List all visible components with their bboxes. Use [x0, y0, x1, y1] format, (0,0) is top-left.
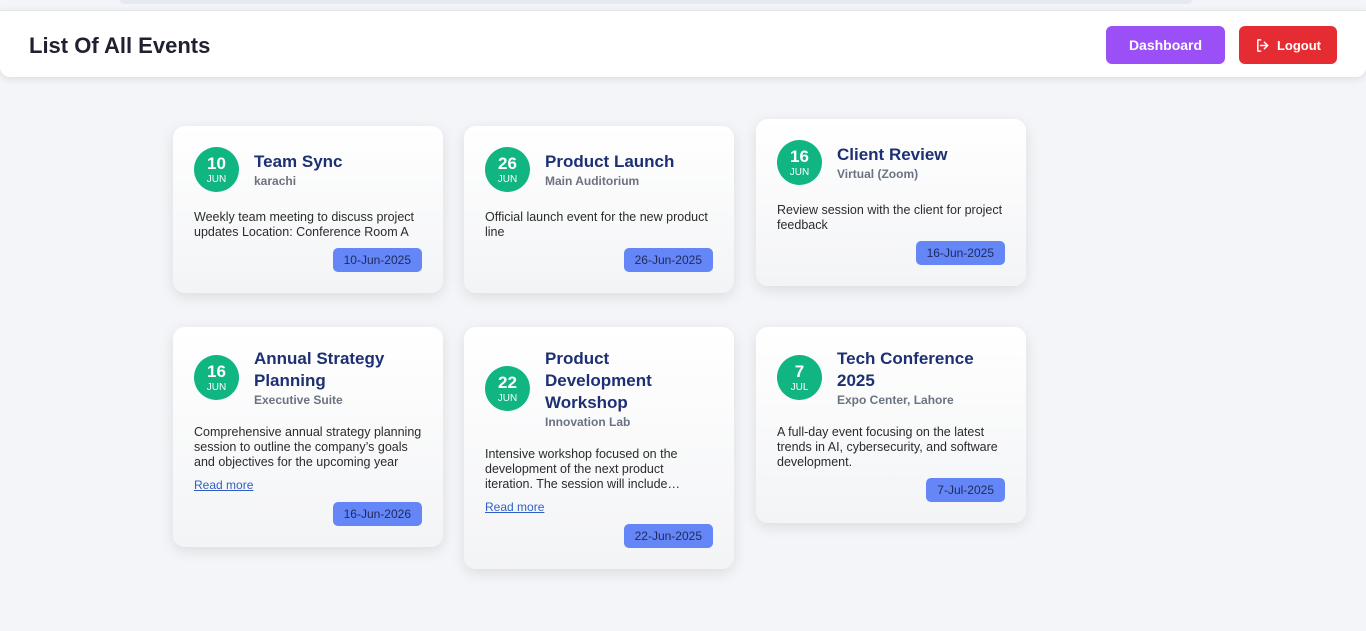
event-date-pill: 7-Jul-2025	[926, 478, 1005, 502]
event-location: Virtual (Zoom)	[837, 167, 919, 181]
event-card-header: 16 JUN Client Review Virtual (Zoom)	[777, 140, 1005, 185]
event-date-badge: 26 JUN	[485, 147, 530, 192]
page-header: List Of All Events Dashboard Logout	[0, 10, 1366, 77]
event-title: Tech Conference 2025	[837, 349, 974, 390]
event-title: Annual Strategy Planning	[254, 349, 385, 390]
event-location: karachi	[254, 174, 297, 188]
event-location: Expo Center, Lahore	[837, 393, 954, 407]
event-card-header: 26 JUN Product Launch Main Auditorium	[485, 147, 713, 192]
read-more-link[interactable]: Read more	[194, 478, 253, 492]
event-date-badge: 16 JUN	[194, 355, 239, 400]
event-date-badge: 22 JUN	[485, 366, 530, 411]
event-month: JUN	[497, 173, 518, 185]
event-date-badge: 16 JUN	[777, 140, 822, 185]
event-month: JUN	[789, 166, 810, 178]
event-day: 26	[498, 153, 517, 173]
event-day: 7	[794, 361, 805, 381]
event-day: 10	[207, 153, 226, 173]
event-location: Innovation Lab	[545, 415, 631, 429]
event-card[interactable]: 16 JUN Annual Strategy Planning Executiv…	[173, 327, 443, 547]
event-card-header: 22 JUN Product Development Workshop Inno…	[485, 348, 713, 429]
event-date-pill: 26-Jun-2025	[623, 248, 713, 272]
event-title: Team Sync	[254, 152, 343, 171]
event-title: Product Launch	[545, 152, 675, 171]
dashboard-button[interactable]: Dashboard	[1106, 26, 1225, 64]
event-description: Review session with the client for proje…	[777, 203, 1003, 232]
event-date-badge: 7 JUL	[777, 355, 822, 400]
event-location: Executive Suite	[254, 393, 343, 407]
page-title: List Of All Events	[29, 33, 211, 58]
event-month: JUN	[206, 173, 227, 185]
top-scroll-strip	[120, 0, 1192, 4]
event-day: 16	[790, 146, 809, 166]
event-card[interactable]: 10 JUN Team Sync karachi Weekly team mee…	[173, 126, 443, 293]
event-date-badge: 10 JUN	[194, 147, 239, 192]
logout-button[interactable]: Logout	[1239, 26, 1337, 64]
event-card-header: 7 JUL Tech Conference 2025 Expo Center, …	[777, 348, 1005, 407]
event-month: JUN	[497, 392, 518, 404]
read-more-link[interactable]: Read more	[485, 500, 544, 514]
event-date-pill: 16-Jun-2025	[915, 241, 1005, 265]
event-description: Intensive workshop focused on the develo…	[485, 447, 678, 491]
event-month: JUN	[206, 381, 227, 393]
event-card[interactable]: 22 JUN Product Development Workshop Inno…	[464, 327, 734, 569]
event-date-pill: 10-Jun-2025	[332, 248, 422, 272]
event-title: Product Development Workshop	[545, 349, 652, 412]
event-card-header: 10 JUN Team Sync karachi	[194, 147, 422, 192]
event-date-pill: 22-Jun-2025	[623, 524, 713, 548]
event-date-pill: 16-Jun-2026	[332, 502, 422, 526]
event-title: Client Review	[837, 145, 948, 164]
event-card[interactable]: 26 JUN Product Launch Main Auditorium Of…	[464, 126, 734, 293]
event-description: Official launch event for the new produc…	[485, 210, 708, 239]
event-day: 16	[207, 361, 226, 381]
event-description: A full-day event focusing on the latest …	[777, 425, 998, 469]
event-location: Main Auditorium	[545, 174, 640, 188]
event-month: JUL	[790, 381, 809, 393]
event-description: Comprehensive annual strategy planning s…	[194, 425, 422, 469]
event-card[interactable]: 16 JUN Client Review Virtual (Zoom) Revi…	[756, 119, 1026, 286]
logout-icon	[1255, 38, 1270, 53]
event-card[interactable]: 7 JUL Tech Conference 2025 Expo Center, …	[756, 327, 1026, 523]
event-day: 22	[498, 372, 517, 392]
logout-label: Logout	[1276, 37, 1322, 53]
event-description: Weekly team meeting to discuss project u…	[194, 210, 415, 239]
event-card-header: 16 JUN Annual Strategy Planning Executiv…	[194, 348, 422, 407]
